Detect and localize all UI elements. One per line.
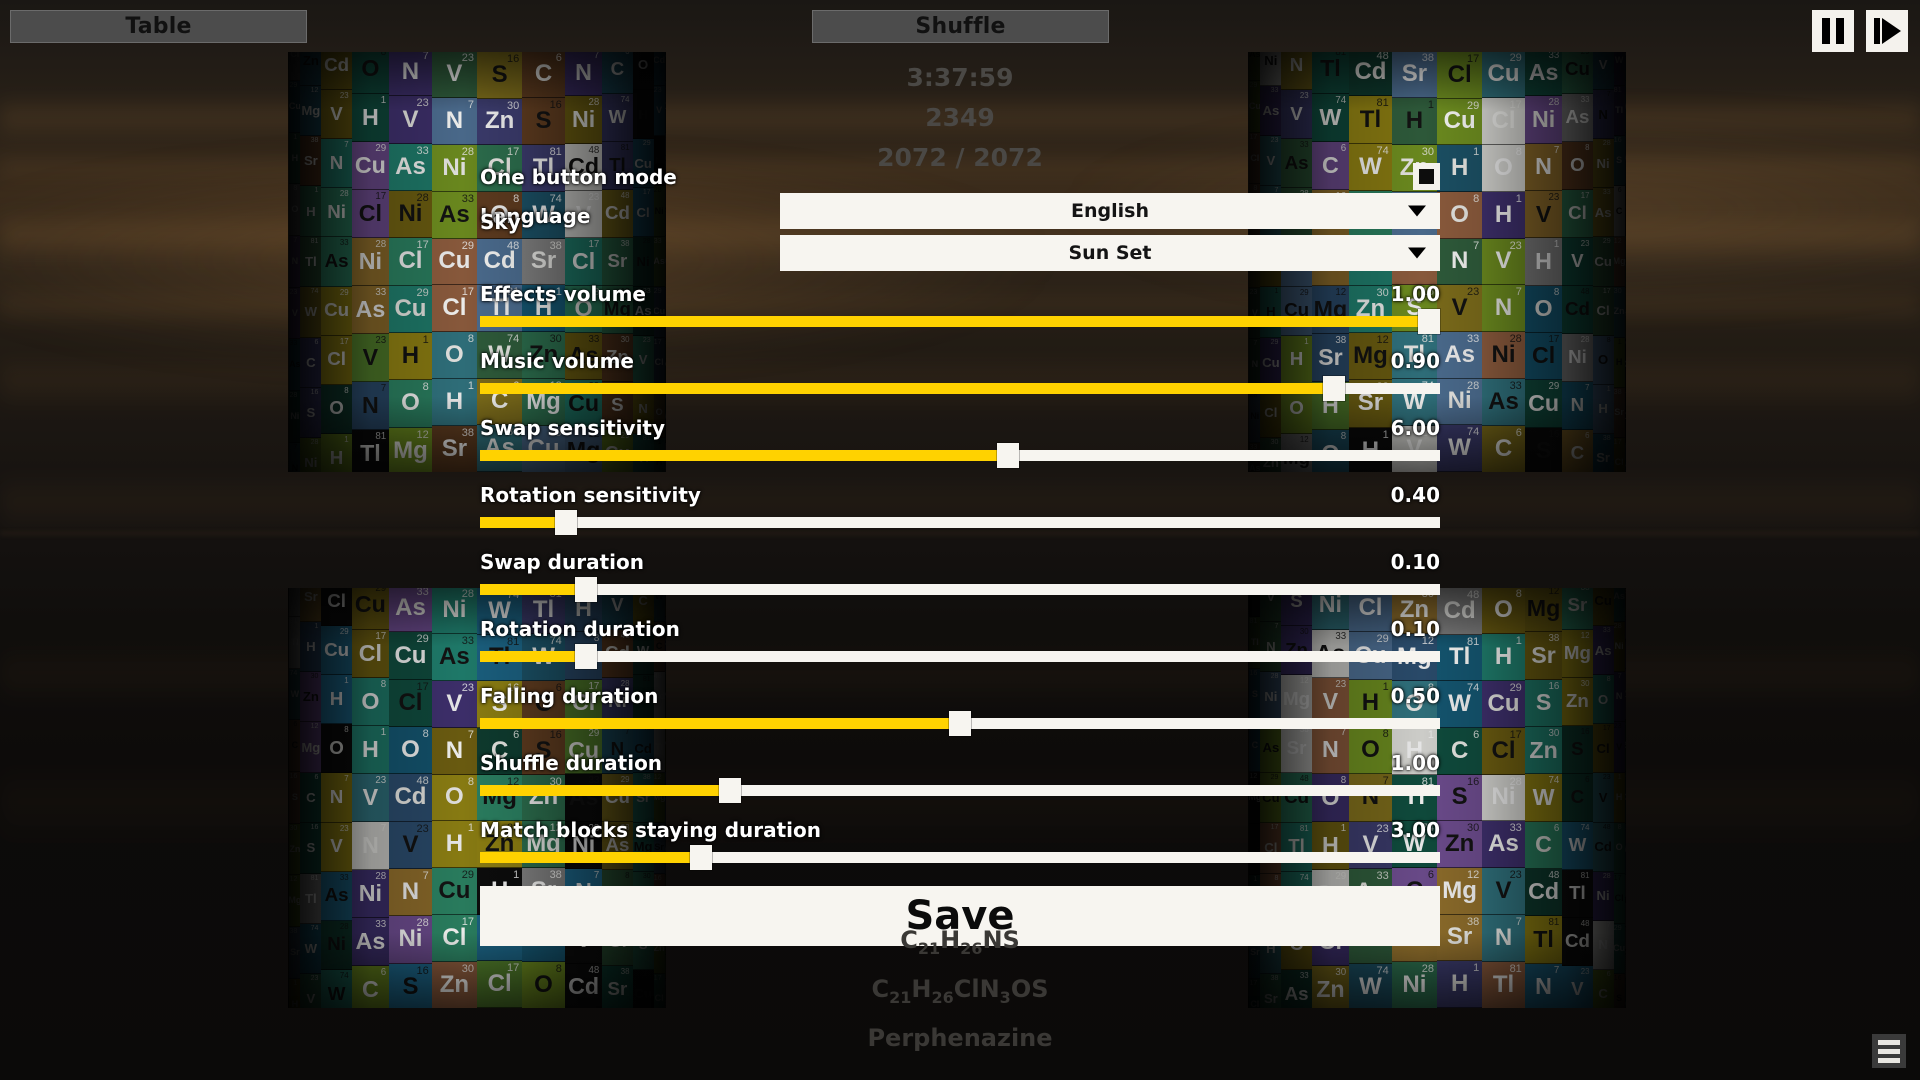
slider-knob[interactable] xyxy=(574,644,597,669)
slider-label: Music volume 0.90 xyxy=(480,344,1440,377)
transport-controls xyxy=(1812,10,1908,52)
pause-icon xyxy=(1822,18,1844,44)
shuffle-button[interactable]: Shuffle xyxy=(812,10,1109,43)
step-forward-button[interactable] xyxy=(1866,10,1908,52)
slider-control[interactable] xyxy=(480,577,1440,602)
slider-row: Music volume 0.90 xyxy=(480,344,1440,401)
slider-label: Rotation sensitivity 0.40 xyxy=(480,478,1440,511)
chevron-down-icon xyxy=(1408,205,1426,217)
one-button-mode-label: One button mode xyxy=(480,164,677,189)
slider-label: Swap duration 0.10 xyxy=(480,545,1440,578)
slider-row: Swap sensitivity 6.00 xyxy=(480,411,1440,468)
slider-value: 0.10 xyxy=(1390,616,1440,641)
slider-list: Effects volume 1.00 Music volume 0.90 Swap s… xyxy=(480,277,1440,870)
slider-knob[interactable] xyxy=(949,711,971,736)
slider-row: Falling duration 0.50 xyxy=(480,679,1440,736)
slider-knob[interactable] xyxy=(574,577,597,602)
one-button-mode-row: One button mode xyxy=(480,160,1440,193)
language-dropdown[interactable]: English xyxy=(780,193,1440,229)
slider-label: Swap sensitivity 6.00 xyxy=(480,411,1440,444)
slider-control[interactable] xyxy=(480,510,1440,535)
slider-control[interactable] xyxy=(480,443,1440,468)
slider-control[interactable] xyxy=(480,845,1440,870)
slider-fill xyxy=(480,316,1440,327)
slider-value: 0.10 xyxy=(1390,549,1440,574)
slider-label: Match blocks staying duration 3.00 xyxy=(480,813,1440,846)
slider-value: 1.00 xyxy=(1390,750,1440,775)
slider-label: Falling duration 0.50 xyxy=(480,679,1440,712)
settings-panel: One button mode Language English Sky Sun… xyxy=(480,160,1440,946)
slider-track xyxy=(480,517,1440,528)
language-value: English xyxy=(1071,200,1149,222)
sky-dropdown[interactable]: Sun Set xyxy=(780,235,1440,271)
save-button[interactable]: Save xyxy=(480,886,1440,946)
slider-control[interactable] xyxy=(480,376,1440,401)
slider-control[interactable] xyxy=(480,644,1440,669)
slider-value: 0.90 xyxy=(1390,348,1440,373)
slider-row: Match blocks staying duration 3.00 xyxy=(480,813,1440,870)
chevron-down-icon xyxy=(1408,247,1426,259)
slider-row: Effects volume 1.00 xyxy=(480,277,1440,334)
slider-fill xyxy=(480,651,586,662)
sky-value: Sun Set xyxy=(1068,242,1152,264)
one-button-mode-checkbox[interactable] xyxy=(1413,163,1440,190)
slider-track xyxy=(480,651,1440,662)
slider-fill xyxy=(480,785,730,796)
pause-button[interactable] xyxy=(1812,10,1854,52)
slider-knob[interactable] xyxy=(555,510,578,535)
slider-value: 3.00 xyxy=(1390,817,1440,842)
slider-label: Rotation duration 0.10 xyxy=(480,612,1440,645)
slider-knob[interactable] xyxy=(1323,376,1346,401)
slider-row: Swap duration 0.10 xyxy=(480,545,1440,602)
slider-control[interactable] xyxy=(480,778,1440,803)
slider-row: Rotation sensitivity 0.40 xyxy=(480,478,1440,535)
slider-fill xyxy=(480,450,1008,461)
sky-label: Sky xyxy=(480,209,521,234)
slider-fill xyxy=(480,517,567,528)
slider-knob[interactable] xyxy=(718,778,741,803)
slider-value: 0.40 xyxy=(1390,482,1440,507)
slider-fill xyxy=(480,383,1335,394)
slider-label: Effects volume 1.00 xyxy=(480,277,1440,310)
slider-row: Shuffle duration 1.00 xyxy=(480,746,1440,803)
slider-value: 0.50 xyxy=(1390,683,1440,708)
slider-value: 6.00 xyxy=(1390,415,1440,440)
slider-knob[interactable] xyxy=(1418,309,1440,334)
slider-fill xyxy=(480,852,701,863)
hamburger-menu-icon[interactable] xyxy=(1872,1034,1906,1068)
table-button[interactable]: Table xyxy=(10,10,307,43)
step-forward-icon xyxy=(1873,18,1901,44)
slider-value: 1.00 xyxy=(1390,281,1440,306)
slider-control[interactable] xyxy=(480,309,1440,334)
slider-control[interactable] xyxy=(480,711,1440,736)
slider-label: Shuffle duration 1.00 xyxy=(480,746,1440,779)
slider-knob[interactable] xyxy=(997,443,1019,468)
slider-row: Rotation duration 0.10 xyxy=(480,612,1440,669)
slider-fill xyxy=(480,718,960,729)
slider-fill xyxy=(480,584,586,595)
slider-knob[interactable] xyxy=(689,845,712,870)
slider-track xyxy=(480,584,1440,595)
cloud-band xyxy=(0,96,1920,142)
